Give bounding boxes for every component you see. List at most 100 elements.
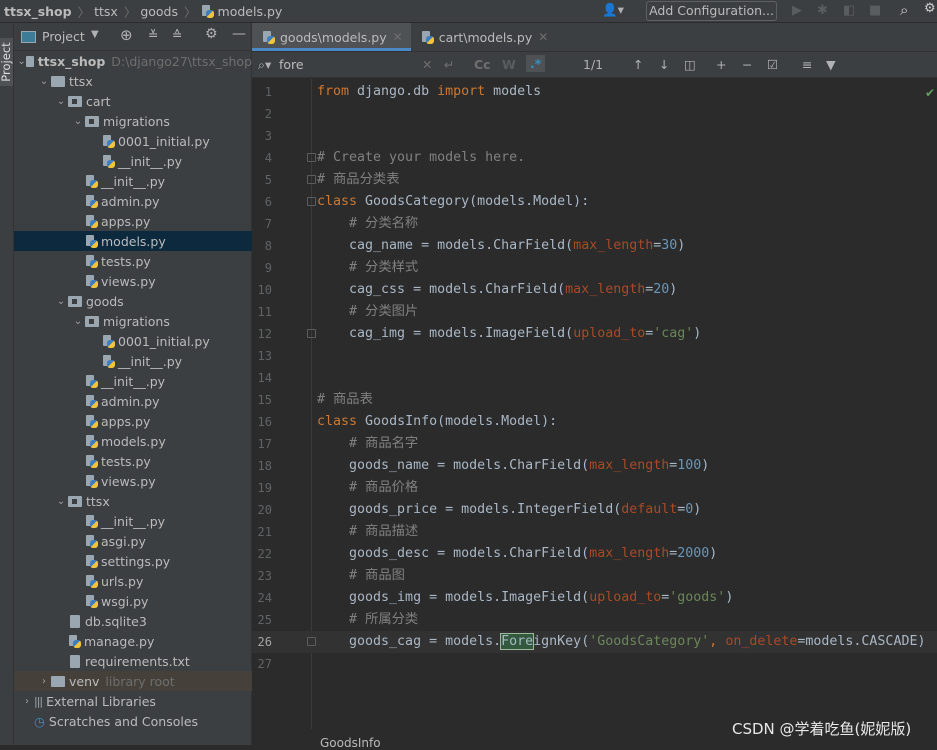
breadcrumb-separator: 〉 [123, 4, 137, 20]
chevron-icon[interactable]: ⌄ [54, 496, 68, 507]
tree-item[interactable]: ⌄ cart [14, 91, 252, 111]
tree-item[interactable]: apps.py [14, 211, 252, 231]
stop-icon[interactable]: ■ [869, 3, 881, 18]
find-input[interactable]: fore [279, 57, 304, 72]
new-line-icon[interactable]: ↵ [444, 57, 454, 72]
project-tool-button[interactable]: Project [0, 38, 13, 86]
structure-breadcrumb[interactable]: GoodsInfo [320, 736, 381, 750]
settings-icon[interactable]: ⚙ [924, 1, 936, 16]
tree-item[interactable]: requirements.txt [14, 651, 252, 671]
add-occurrence-icon[interactable]: + [716, 57, 726, 72]
fold-marker-icon[interactable] [307, 153, 316, 162]
code-token: upload_to [589, 590, 662, 605]
tree-item[interactable]: 0001_initial.py [14, 131, 252, 151]
fold-marker-icon[interactable] [307, 329, 316, 338]
tree-item[interactable]: asgi.py [14, 531, 252, 551]
gear-icon[interactable]: ⚙ [205, 26, 218, 42]
fold-marker-icon[interactable] [307, 637, 316, 646]
crumb-file[interactable]: models.py [218, 4, 283, 19]
locate-icon[interactable]: ⊕ [120, 26, 133, 44]
tree-item[interactable]: 0001_initial.py [14, 331, 252, 351]
close-icon[interactable]: ✕ [393, 30, 403, 44]
tree-item[interactable]: views.py [14, 471, 252, 491]
tree-item-label: ttsx_shop [37, 53, 106, 69]
expand-all-icon[interactable]: ≚ [148, 27, 158, 42]
tree-item[interactable]: tests.py [14, 251, 252, 271]
tree-item[interactable]: manage.py [14, 631, 252, 651]
tree-item[interactable]: __init__.py [14, 351, 252, 371]
tree-item[interactable]: ◷ Scratches and Consoles [14, 711, 252, 731]
tree-item[interactable]: admin.py [14, 391, 252, 411]
project-view-selector[interactable]: Project [42, 29, 85, 44]
code-line: cag_name = models.CharField(max_length=3… [317, 235, 685, 257]
fold-marker-icon[interactable] [307, 175, 316, 184]
crumb-ttsx[interactable]: ttsx [94, 4, 118, 19]
filter-icon[interactable]: ▼ [826, 57, 836, 72]
next-occurrence-icon[interactable]: ↓ [659, 57, 669, 72]
collapse-all-icon[interactable]: ≙ [172, 27, 182, 42]
debug-icon[interactable]: ✱ [817, 3, 828, 18]
tree-item[interactable]: › venv library root [14, 671, 252, 691]
tree-item[interactable]: ⌄ migrations [14, 311, 252, 331]
clear-icon[interactable]: ✕ [422, 57, 432, 72]
fold-marker-icon[interactable] [307, 197, 316, 206]
user-icon[interactable]: 👤▾ [602, 2, 624, 18]
python-file-icon [85, 554, 98, 568]
editor-tab[interactable]: goods\models.py ✕ [252, 23, 411, 51]
tree-item[interactable]: ⌄ ttsx [14, 491, 252, 511]
add-configuration-button[interactable]: Add Configuration... [646, 1, 777, 21]
match-case-toggle[interactable]: Cc [474, 57, 491, 72]
hide-icon[interactable]: — [232, 26, 246, 42]
code-area[interactable]: 1 from django.db import models 2 3 4 # Create… [252, 79, 937, 729]
chevron-icon[interactable]: ⌄ [71, 316, 85, 327]
regex-toggle[interactable]: .* [526, 55, 546, 72]
tree-item[interactable]: ⌄ goods [14, 291, 252, 311]
words-toggle[interactable]: W [502, 57, 516, 72]
chevron-icon[interactable]: ⌄ [17, 56, 25, 67]
search-everywhere-icon[interactable]: ⌕ [900, 1, 908, 19]
filter-search-icon[interactable]: ≡ [802, 57, 812, 72]
editor-tab[interactable]: cart\models.py ✕ [411, 23, 557, 51]
tree-item[interactable]: __init__.py [14, 371, 252, 391]
tree-item[interactable]: admin.py [14, 191, 252, 211]
tree-item[interactable]: tests.py [14, 451, 252, 471]
tree-item[interactable]: ⌄ ttsx [14, 71, 252, 91]
tree-item[interactable]: urls.py [14, 571, 252, 591]
close-icon[interactable]: ✕ [538, 30, 548, 44]
chevron-icon[interactable]: › [20, 696, 34, 707]
inspection-ok-icon[interactable]: ✔ [925, 86, 935, 100]
tree-item[interactable]: db.sqlite3 [14, 611, 252, 631]
tree-item[interactable]: ⌄ migrations [14, 111, 252, 131]
tree-item[interactable]: __init__.py [14, 511, 252, 531]
remove-occurrence-icon[interactable]: − [742, 57, 752, 72]
tree-item-label: venv [69, 673, 100, 689]
chevron-icon[interactable]: ⌄ [54, 96, 68, 107]
crumb-project[interactable]: ttsx_shop [4, 4, 72, 19]
chevron-icon[interactable]: › [37, 676, 51, 687]
run-icon[interactable]: ▶ [792, 3, 802, 18]
tree-item[interactable]: models.py [14, 231, 252, 251]
tree-item[interactable]: __init__.py [14, 171, 252, 191]
code-token: class [317, 414, 366, 429]
tree-item[interactable]: settings.py [14, 551, 252, 571]
tree-item-label: __init__.py [101, 173, 166, 189]
coverage-icon[interactable]: ◧ [843, 3, 855, 18]
tree-item[interactable]: __init__.py [14, 151, 252, 171]
search-icon[interactable]: ⌕▾ [258, 57, 271, 73]
previous-occurrence-icon[interactable]: ↑ [633, 57, 643, 72]
chevron-icon[interactable]: ⌄ [54, 296, 68, 307]
select-all-occurrences-icon[interactable]: ◫ [684, 57, 696, 72]
tree-item[interactable]: › ||| External Libraries [14, 691, 252, 711]
chevron-icon[interactable]: ⌄ [71, 116, 85, 127]
code-token: 100 [677, 458, 702, 473]
tree-item[interactable]: wsgi.py [14, 591, 252, 611]
tree-item[interactable]: views.py [14, 271, 252, 291]
tree-item[interactable]: apps.py [14, 411, 252, 431]
tree-item[interactable]: ⌄ ttsx_shop D:\django27\ttsx_shop [14, 51, 252, 71]
crumb-goods[interactable]: goods [140, 4, 178, 19]
tree-item[interactable]: models.py [14, 431, 252, 451]
select-occurrences-icon[interactable]: ☑ [767, 57, 778, 72]
tab-label: goods\models.py [280, 29, 387, 45]
chevron-down-icon[interactable]: ▼ [91, 29, 99, 40]
chevron-icon[interactable]: ⌄ [37, 76, 51, 87]
